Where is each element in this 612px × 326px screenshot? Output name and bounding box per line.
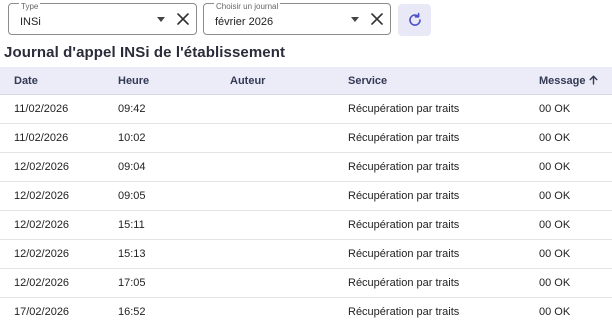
cell-date: 12/02/2026 bbox=[14, 161, 70, 173]
refresh-button[interactable] bbox=[398, 4, 431, 36]
table-body: 11/02/2026 09:42 Récupération par traits 00… bbox=[0, 95, 612, 326]
table-row[interactable]: 12/02/2026 15:13 Récupération par traits 00… bbox=[0, 240, 612, 269]
cell-message: 00 OK bbox=[539, 161, 571, 173]
cell-heure: 17:05 bbox=[118, 277, 146, 289]
cell-date: 12/02/2026 bbox=[14, 248, 70, 260]
chevron-down-icon[interactable] bbox=[351, 17, 359, 22]
type-select-label: Type bbox=[19, 2, 41, 11]
table-row[interactable]: 12/02/2026 09:05 Récupération par traits 00… bbox=[0, 182, 612, 211]
table-row[interactable]: 12/02/2026 15:11 Récupération par traits 00… bbox=[0, 211, 612, 240]
journal-select-label: Choisir un journal bbox=[214, 2, 281, 11]
journal-select[interactable]: Choisir un journal février 2026 bbox=[203, 2, 391, 35]
cell-service: Récupération par traits bbox=[348, 161, 460, 173]
cell-message: 00 OK bbox=[539, 306, 571, 318]
table-header: Date Heure Auteur Service Message bbox=[0, 67, 612, 95]
cell-heure: 09:42 bbox=[118, 103, 146, 115]
cell-heure: 15:13 bbox=[118, 248, 146, 260]
chevron-down-icon[interactable] bbox=[157, 17, 165, 22]
table-row[interactable]: 17/02/2026 16:52 Récupération par traits 00… bbox=[0, 298, 612, 326]
cell-message: 00 OK bbox=[539, 190, 571, 202]
cell-service: Récupération par traits bbox=[348, 248, 460, 260]
cell-date: 11/02/2026 bbox=[14, 103, 69, 115]
arrow-up-icon[interactable] bbox=[589, 75, 598, 88]
cell-date: 11/02/2026 bbox=[14, 132, 69, 144]
filter-bar: Type INSi Choisir un journal février 202… bbox=[8, 2, 448, 37]
cell-message: 00 OK bbox=[539, 277, 571, 289]
column-header-message-label: Message bbox=[539, 75, 586, 87]
cell-heure: 16:52 bbox=[118, 306, 146, 318]
journal-table: Date Heure Auteur Service Message 11/02/… bbox=[0, 67, 612, 326]
cell-heure: 10:02 bbox=[118, 132, 146, 144]
cell-date: 12/02/2026 bbox=[14, 277, 70, 289]
cell-heure: 15:11 bbox=[118, 219, 145, 231]
cell-message: 00 OK bbox=[539, 219, 571, 231]
column-header-auteur[interactable]: Auteur bbox=[230, 75, 265, 87]
type-select[interactable]: Type INSi bbox=[8, 2, 197, 35]
cell-service: Récupération par traits bbox=[348, 306, 460, 318]
page-title: Journal d'appel INSi de l'établissement bbox=[4, 44, 286, 61]
table-row[interactable]: 12/02/2026 17:05 Récupération par traits 00… bbox=[0, 269, 612, 298]
cell-heure: 09:04 bbox=[118, 161, 146, 173]
table-row[interactable]: 12/02/2026 09:04 Récupération par traits 00… bbox=[0, 153, 612, 182]
column-header-service[interactable]: Service bbox=[348, 75, 387, 87]
refresh-icon bbox=[408, 12, 421, 26]
column-header-date[interactable]: Date bbox=[14, 75, 38, 87]
cell-message: 00 OK bbox=[539, 132, 571, 144]
cell-heure: 09:05 bbox=[118, 190, 146, 202]
cell-service: Récupération par traits bbox=[348, 132, 460, 144]
cell-message: 00 OK bbox=[539, 103, 571, 115]
table-row[interactable]: 11/02/2026 09:42 Récupération par traits 00… bbox=[0, 95, 612, 124]
table-row[interactable]: 11/02/2026 10:02 Récupération par traits 00… bbox=[0, 124, 612, 153]
cell-date: 12/02/2026 bbox=[14, 190, 70, 202]
cell-service: Récupération par traits bbox=[348, 190, 460, 202]
column-header-message[interactable]: Message bbox=[539, 75, 598, 88]
column-header-heure[interactable]: Heure bbox=[118, 75, 149, 87]
cell-service: Récupération par traits bbox=[348, 219, 460, 231]
close-icon[interactable] bbox=[370, 12, 384, 26]
cell-date: 12/02/2026 bbox=[14, 219, 70, 231]
cell-date: 17/02/2026 bbox=[14, 306, 70, 318]
type-select-value: INSi bbox=[20, 16, 41, 28]
cell-service: Récupération par traits bbox=[348, 103, 460, 115]
close-icon[interactable] bbox=[176, 12, 190, 26]
cell-service: Récupération par traits bbox=[348, 277, 460, 289]
journal-select-value: février 2026 bbox=[215, 16, 274, 28]
cell-message: 00 OK bbox=[539, 248, 571, 260]
